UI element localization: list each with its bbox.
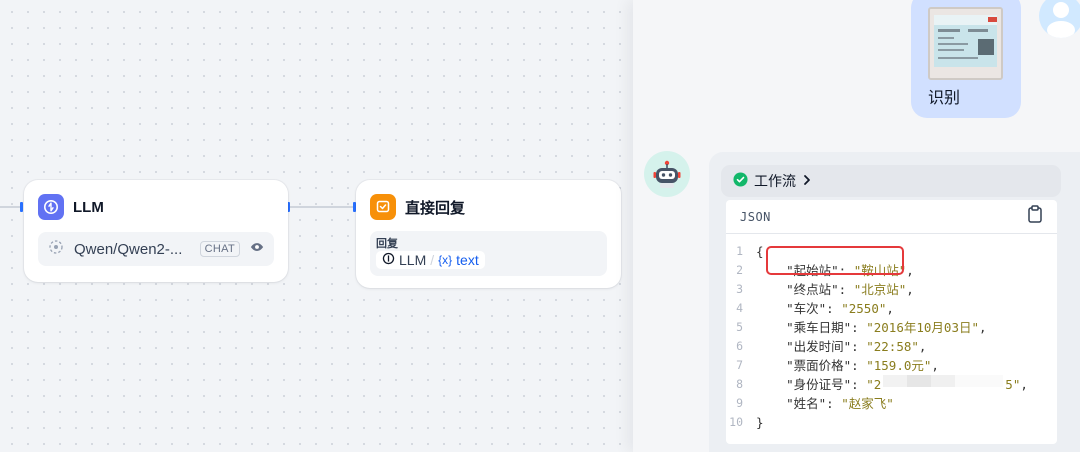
model-icon — [48, 239, 64, 260]
variable-name: text — [456, 252, 479, 268]
model-selector[interactable]: Qwen/Qwen2-... CHAT — [38, 232, 274, 266]
user-message-bubble: 识别 — [911, 0, 1021, 118]
chevron-right-icon — [802, 173, 812, 189]
chat-mode-badge: CHAT — [199, 241, 240, 257]
edge-in-llm — [0, 206, 22, 208]
copy-icon[interactable] — [1027, 205, 1043, 228]
workflow-label: 工作流 — [754, 173, 796, 189]
reply-node-header: 直接回复 — [356, 180, 621, 220]
workflow-canvas[interactable]: LLM Qwen/Qwen2-... CHAT 直接回复 回复 LLM / {x… — [0, 0, 633, 452]
code-line: 6 "出发时间": "22:58", — [736, 339, 927, 354]
code-line: 9 "姓名": "赵家飞" — [736, 396, 894, 411]
check-circle-icon — [733, 172, 748, 190]
edge-llm-to-reply — [290, 206, 356, 208]
llm-small-icon — [382, 252, 395, 268]
workflow-process-toggle[interactable]: 工作流 — [721, 165, 1061, 197]
llm-node-title: LLM — [73, 198, 104, 216]
reply-field[interactable]: 回复 LLM / {x} text — [370, 231, 607, 276]
variable-source: LLM — [399, 252, 427, 268]
variable-separator: / — [430, 252, 435, 268]
reply-field-label: 回复 — [376, 238, 398, 250]
bot-answer: 工作流 JSON 1{ 2 "起始站": "鞍山站", 3 "终点站": "北京… — [709, 152, 1080, 452]
code-line: 3 "终点站": "北京站", — [736, 282, 914, 297]
direct-reply-node[interactable]: 直接回复 回复 LLM / {x} text — [356, 180, 621, 288]
code-line: 5 "乘车日期": "2016年10月03日", — [736, 320, 987, 335]
code-line: 7 "票面价格": "159.0元", — [736, 358, 939, 373]
debug-chat-panel: 识别 工作流 JSON 1 {2 "起始站": "鞍山站" , 3 "终点站… — [633, 0, 1080, 452]
code-block-header: JSON — [726, 200, 1057, 234]
llm-node-header: LLM — [24, 180, 288, 220]
bot-avatar-icon — [644, 151, 690, 197]
train-number-highlight-box — [766, 246, 904, 275]
code-line: 8 "身份证号": "2 5", — [736, 375, 1028, 392]
code-line: 10} — [729, 415, 764, 430]
reply-node-title: 直接回复 — [405, 199, 466, 217]
llm-node[interactable]: LLM Qwen/Qwen2-... CHAT — [24, 180, 288, 282]
variable-prefix: {x} — [438, 253, 453, 267]
variable-reference-chip[interactable]: LLM / {x} text — [376, 251, 485, 269]
user-message-text: 识别 — [928, 90, 961, 107]
ticket-image-thumbnail[interactable] — [928, 7, 1003, 80]
eye-icon[interactable] — [250, 240, 264, 259]
llm-input-handle[interactable] — [20, 202, 23, 212]
reply-icon — [370, 194, 396, 220]
redacted-id-number — [883, 375, 1004, 387]
user-avatar-icon — [1039, 0, 1080, 38]
code-line: 4 "车次": "2550", — [736, 301, 894, 316]
llm-icon — [38, 194, 64, 220]
model-name: Qwen/Qwen2-... — [74, 240, 183, 258]
json-code-block: JSON 1{ 2 "起始站": "鞍山站", 3 "终点站": "北京站", … — [726, 200, 1057, 444]
code-language-label: JSON — [740, 209, 771, 224]
